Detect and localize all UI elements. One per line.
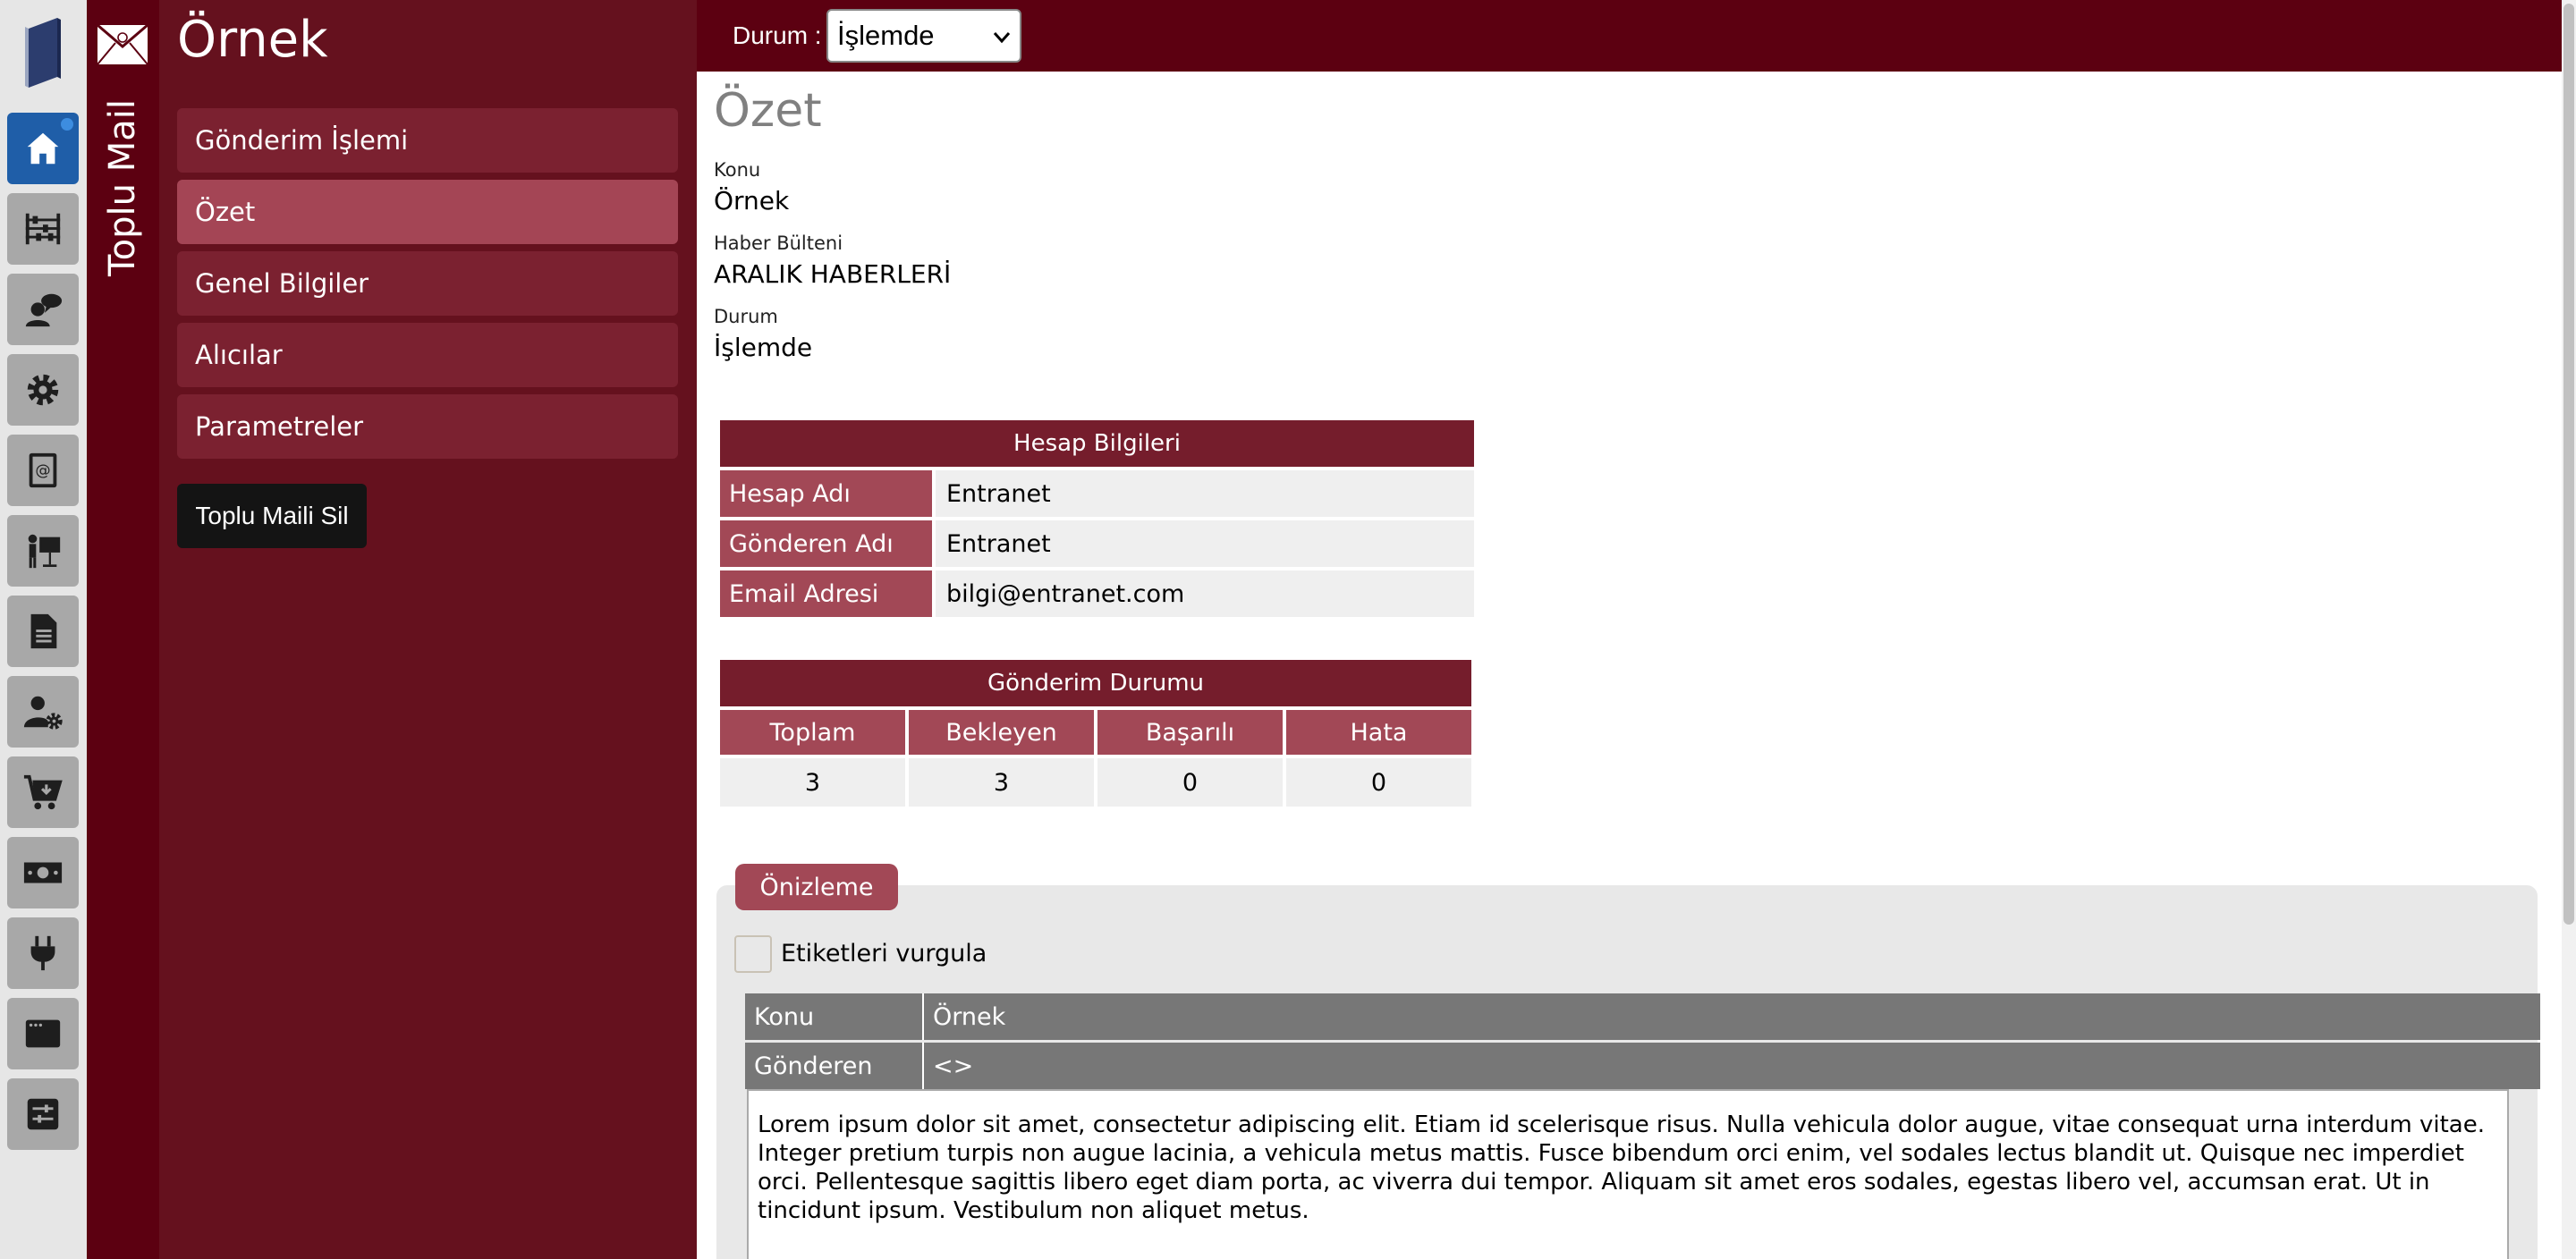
rail-sliders-button[interactable] <box>7 1078 79 1150</box>
preview-mail-body: Lorem ipsum dolor sit amet, consectetur … <box>747 1089 2509 1259</box>
page-title: Özet <box>714 84 822 138</box>
count-success: 0 <box>1097 758 1283 807</box>
menu-item-alicilar[interactable]: Alıcılar <box>177 323 678 387</box>
abacus-icon <box>25 213 61 245</box>
preview-sender-row: Gönderen <> <box>745 1043 2540 1089</box>
table-row: 3 3 0 0 <box>720 758 1471 807</box>
count-error: 0 <box>1286 758 1471 807</box>
column-header: Hata <box>1286 710 1471 755</box>
rail-addressbook-button[interactable]: @ <box>7 435 79 506</box>
status-label: Durum : <box>733 21 822 49</box>
user-chat-icon <box>25 293 63 327</box>
record-title: Örnek <box>177 11 328 69</box>
status-field-value: İşlemde <box>714 333 813 362</box>
account-value: Entranet <box>936 470 1474 517</box>
envelope-icon <box>97 23 148 65</box>
account-table-title: Hesap Bilgileri <box>720 420 1474 467</box>
user-gear-icon <box>23 696 63 730</box>
count-pending: 3 <box>909 758 1094 807</box>
count-total: 3 <box>720 758 905 807</box>
money-icon <box>23 862 63 883</box>
sliders-icon <box>27 1098 59 1130</box>
home-icon <box>27 132 59 165</box>
rail-cart-button[interactable] <box>7 756 79 828</box>
preview-sender-key: Gönderen <box>745 1043 924 1089</box>
account-key: Email Adresi <box>720 570 932 617</box>
address-book-icon: @ <box>29 452 57 488</box>
preview-subject-row: Konu Örnek <box>745 993 2540 1040</box>
status-select[interactable]: İşlemde <box>826 9 1021 63</box>
status-select-value: İşlemde <box>837 20 935 51</box>
sending-table-title: Gönderim Durumu <box>720 660 1471 706</box>
svg-text:@: @ <box>35 462 50 480</box>
main-content: Özet Konu Örnek Haber Bülteni ARALIK HAB… <box>697 72 2562 1259</box>
account-key: Gönderen Adı <box>720 520 932 567</box>
account-info-table: Hesap Bilgileri Hesap Adı Entranet Gönde… <box>716 417 1478 621</box>
account-value: bilgi@entranet.com <box>936 570 1474 617</box>
rail-home-button[interactable] <box>7 113 79 184</box>
table-header-row: Toplam Bekleyen Başarılı Hata <box>720 710 1471 755</box>
book-logo-icon <box>25 18 61 88</box>
rail-plugins-button[interactable] <box>7 917 79 989</box>
account-value: Entranet <box>936 520 1474 567</box>
account-key: Hesap Adı <box>720 470 932 517</box>
rail-window-button[interactable] <box>7 998 79 1069</box>
highlight-tags-checkbox[interactable] <box>734 935 772 973</box>
column-header: Bekleyen <box>909 710 1094 755</box>
table-row: Gönderen Adı Entranet <box>720 520 1474 567</box>
sending-status-table: Gönderim Durumu Toplam Bekleyen Başarılı… <box>716 656 1475 810</box>
scrollbar-thumb[interactable] <box>2563 4 2574 925</box>
delete-mail-button[interactable]: Toplu Maili Sil <box>177 484 367 548</box>
highlight-tags-label: Etiketleri vurgula <box>781 940 987 967</box>
menu-item-gonderim-islemi[interactable]: Gönderim İşlemi <box>177 108 678 173</box>
menu-item-parametreler[interactable]: Parametreler <box>177 394 678 459</box>
section-menu: Örnek Gönderim İşlemi Özet Genel Bilgile… <box>159 0 697 1259</box>
preview-subject-key: Konu <box>745 993 924 1040</box>
subject-label: Konu <box>714 159 761 181</box>
subject-value: Örnek <box>714 186 790 215</box>
chevron-down-icon <box>993 32 1011 44</box>
column-header: Toplam <box>720 710 905 755</box>
preview-sender-value: <> <box>933 1052 974 1080</box>
table-row: Hesap Adı Entranet <box>720 470 1474 517</box>
rail-contacts-button[interactable] <box>7 274 79 345</box>
top-bar: Durum : İşlemde <box>697 0 2562 72</box>
rail-presentation-button[interactable] <box>7 515 79 587</box>
presenter-icon <box>28 534 61 569</box>
newsletter-value: ARALIK HABERLERİ <box>714 259 952 289</box>
rail-documents-button[interactable] <box>7 596 79 667</box>
preview-tab[interactable]: Önizleme <box>735 864 898 910</box>
icon-rail: @ <box>0 0 87 1259</box>
table-row: Email Adresi bilgi@entranet.com <box>720 570 1474 617</box>
window-icon <box>25 1019 61 1048</box>
column-header: Başarılı <box>1097 710 1283 755</box>
rail-abacus-button[interactable] <box>7 193 79 265</box>
status-field-label: Durum <box>714 306 778 327</box>
gear-icon <box>27 374 59 406</box>
plug-icon <box>30 935 55 971</box>
page-scrollbar[interactable] <box>2562 0 2576 1259</box>
menu-item-ozet[interactable]: Özet <box>177 180 678 244</box>
rail-user-settings-button[interactable] <box>7 676 79 748</box>
document-icon <box>30 613 57 649</box>
preview-subject-value: Örnek <box>933 1002 1006 1031</box>
newsletter-label: Haber Bülteni <box>714 232 843 254</box>
menu-item-genel-bilgiler[interactable]: Genel Bilgiler <box>177 251 678 316</box>
rail-finance-button[interactable] <box>7 837 79 908</box>
module-strip: Toplu Mail <box>87 0 159 1259</box>
rail-settings-button[interactable] <box>7 354 79 426</box>
cart-icon <box>23 774 63 810</box>
notification-dot <box>61 118 73 131</box>
module-title: Toplu Mail <box>102 99 143 276</box>
